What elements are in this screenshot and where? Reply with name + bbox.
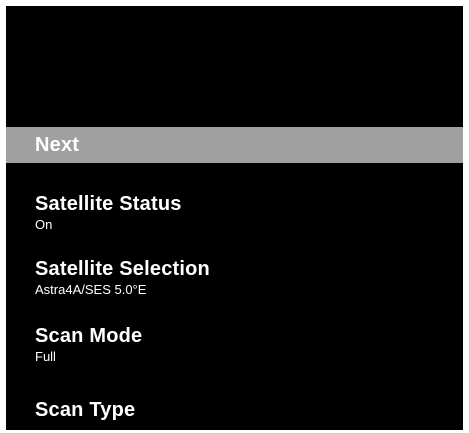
satellite-selection-label: Satellite Selection (35, 258, 210, 280)
satellite-status-label: Satellite Status (35, 193, 182, 215)
satellite-selection-item[interactable]: Satellite Selection Astra4A/SES 5.0°E (35, 258, 210, 298)
scan-mode-label: Scan Mode (35, 325, 143, 347)
scan-type-label: Scan Type (35, 399, 136, 421)
tv-menu-screen: Next Satellite Status On Satellite Selec… (6, 6, 463, 430)
scan-mode-item[interactable]: Scan Mode Full (35, 325, 142, 365)
scan-mode-value: Full (35, 349, 56, 364)
next-button[interactable]: Next (6, 127, 463, 163)
satellite-status-item[interactable]: Satellite Status On (35, 193, 182, 233)
satellite-selection-value: Astra4A/SES 5.0°E (35, 282, 147, 297)
satellite-status-value: On (35, 217, 53, 232)
next-button-label: Next (35, 133, 80, 156)
scan-type-item[interactable]: Scan Type (35, 399, 135, 421)
